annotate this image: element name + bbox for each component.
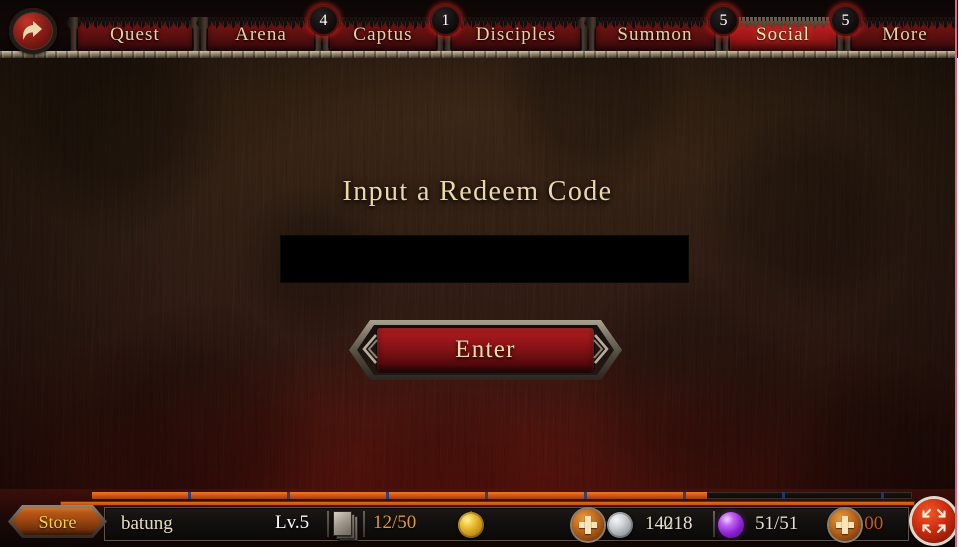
add-gold-button[interactable] bbox=[572, 509, 604, 541]
card-stack-icon bbox=[333, 511, 359, 541]
redeem-code-field[interactable] bbox=[280, 235, 689, 283]
player-info-trough: batung Lv.5 12/50 0 14218 51/51 05:00 bbox=[105, 508, 908, 540]
purple-orb-icon bbox=[718, 512, 744, 538]
player-level: Lv.5 bbox=[275, 512, 310, 533]
store-button[interactable]: Store bbox=[8, 505, 107, 538]
page-title: Input a Redeem Code bbox=[342, 176, 613, 207]
enter-button-face bbox=[377, 328, 594, 372]
redeem-code-input[interactable] bbox=[281, 236, 688, 282]
tab-badge-summon[interactable]: 5 bbox=[708, 5, 739, 36]
silver-value: 14218 bbox=[645, 513, 693, 534]
tab-badge-arena[interactable]: 4 bbox=[308, 5, 339, 36]
bottom-status-bar: Store batung Lv.5 12/50 0 14218 51/51 05… bbox=[0, 489, 955, 547]
divider bbox=[713, 511, 715, 537]
window-right-edge bbox=[955, 0, 969, 547]
tab-strip: Quest Arena 4 Captus 1 Disciples Summon … bbox=[66, 0, 955, 58]
store-button-face bbox=[12, 508, 103, 535]
stamina-value: 12/50 bbox=[373, 512, 417, 533]
back-button[interactable] bbox=[9, 8, 57, 54]
nav-ledge-divider bbox=[0, 51, 955, 58]
tab-badge-social[interactable]: 5 bbox=[830, 5, 861, 36]
chevron-right-icon bbox=[593, 334, 609, 369]
experience-bar-ticks bbox=[92, 492, 912, 499]
silver-coin-icon bbox=[607, 512, 633, 538]
add-gem-button[interactable] bbox=[829, 509, 861, 541]
game-screen: Quest Arena 4 Captus 1 Disciples Summon … bbox=[0, 0, 969, 547]
experience-bar bbox=[92, 492, 912, 499]
fullscreen-button[interactable] bbox=[912, 499, 955, 543]
chevron-left-icon bbox=[362, 334, 378, 369]
player-name: batung bbox=[121, 513, 173, 534]
divider bbox=[327, 511, 329, 537]
enter-button[interactable]: Enter bbox=[349, 320, 622, 380]
gold-coin-icon bbox=[458, 512, 484, 538]
secondary-progress-bar bbox=[60, 501, 915, 506]
tab-badge-captus[interactable]: 1 bbox=[430, 5, 461, 36]
gem-value: 51/51 bbox=[755, 513, 799, 534]
divider bbox=[363, 511, 365, 537]
top-navigation-bar: Quest Arena 4 Captus 1 Disciples Summon … bbox=[0, 0, 955, 58]
game-stage: Quest Arena 4 Captus 1 Disciples Summon … bbox=[0, 0, 955, 547]
